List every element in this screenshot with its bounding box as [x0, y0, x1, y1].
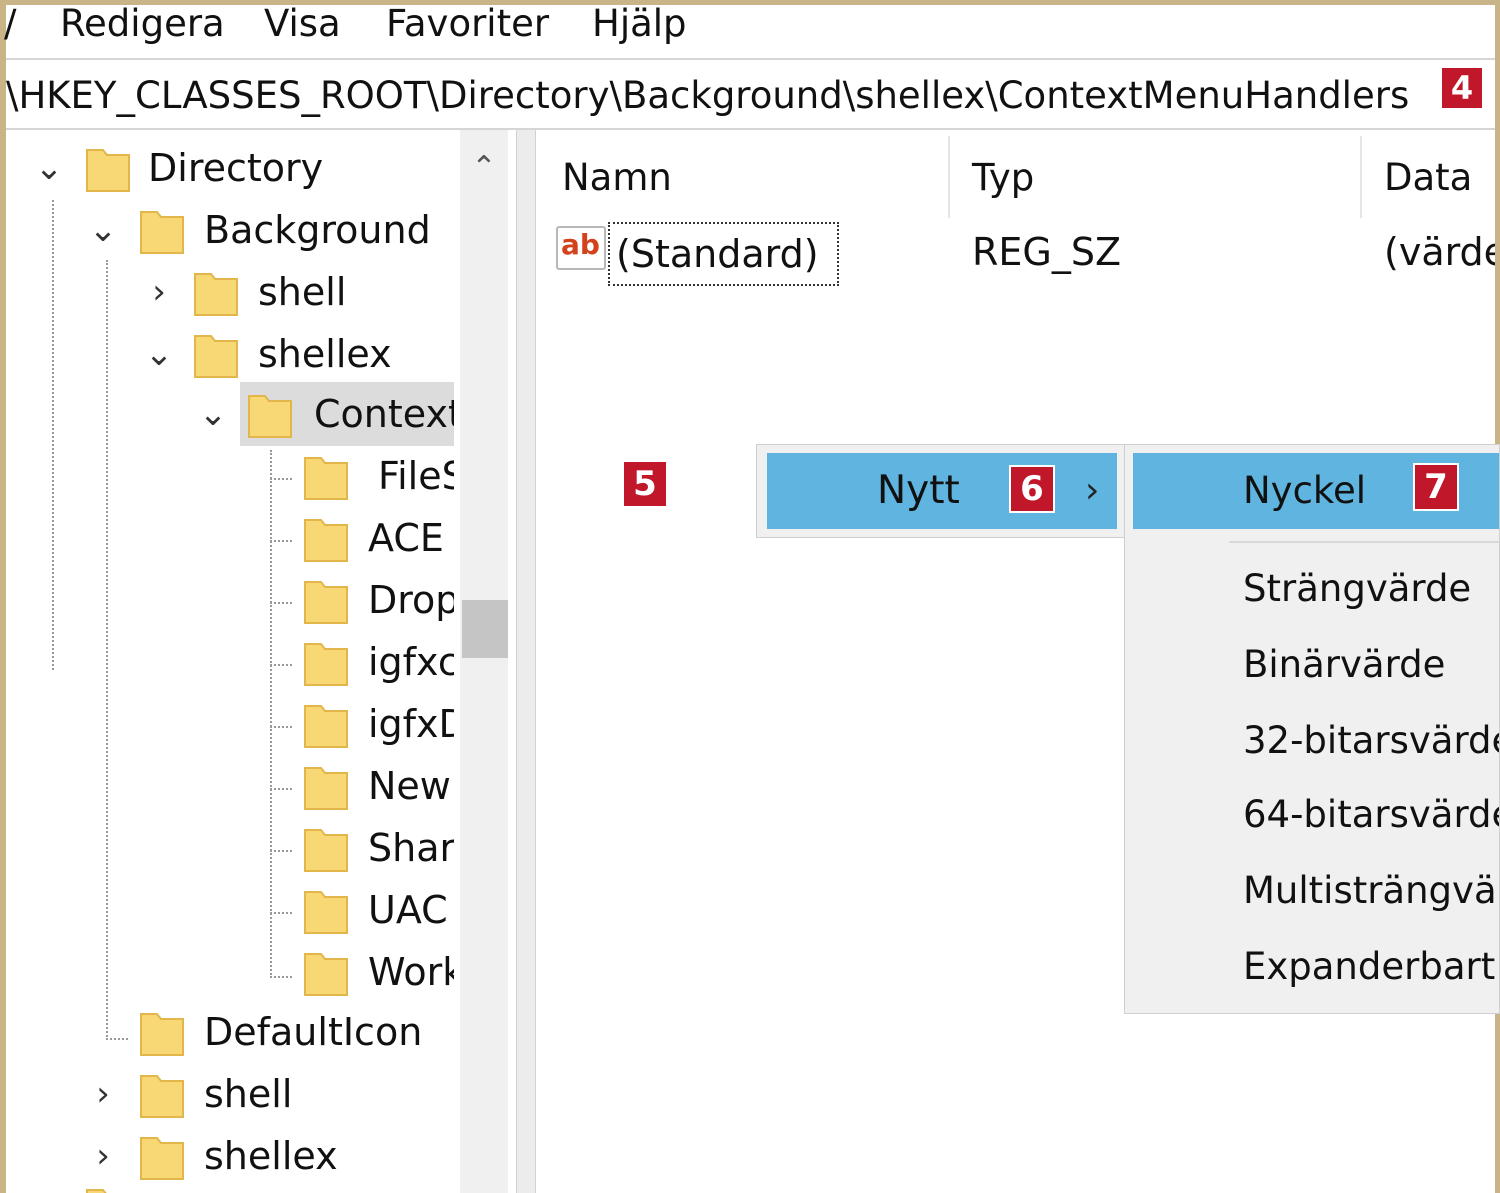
tree-item-shellex-2[interactable]: › shellex	[6, 1126, 466, 1186]
folder-icon	[248, 395, 292, 438]
folder-icon	[304, 581, 348, 624]
chevron-right-icon: ›	[1085, 470, 1100, 511]
column-header-type[interactable]: Typ	[972, 130, 1034, 220]
tree-item-child[interactable]: igfxc	[6, 632, 466, 692]
column-separator[interactable]	[948, 136, 950, 218]
tree-item-child[interactable]: igfxD	[6, 694, 468, 754]
tree-item-label: Context	[314, 392, 463, 436]
tree-item-label: Shari	[368, 826, 466, 870]
tree-item-child[interactable]: Drop	[6, 570, 466, 630]
tree-item-label: Work	[368, 950, 465, 994]
tree-item-label: UAC	[368, 888, 448, 932]
tree-item-shell[interactable]: › shell	[6, 262, 466, 322]
folder-icon	[304, 953, 348, 996]
tree-item-shell-2[interactable]: › shell	[6, 1064, 466, 1124]
step-badge-6: 6	[1009, 465, 1055, 513]
menu-item-redigera[interactable]: Redigera	[60, 5, 225, 55]
tree-item-label: New	[368, 764, 451, 808]
menu-bar: / Redigera Visa Favoriter Hjälp	[4, 5, 1495, 55]
address-bar[interactable]: \HKEY_CLASSES_ROOT\Directory\Background\…	[6, 58, 1495, 130]
folder-icon	[140, 1137, 184, 1180]
tree-item-label: shell	[204, 1072, 293, 1116]
folder-icon	[304, 767, 348, 810]
column-header-name[interactable]: Namn	[562, 130, 672, 220]
folder-icon	[304, 519, 348, 562]
folder-icon	[304, 829, 348, 872]
folder-icon	[140, 211, 184, 254]
tree-item-child[interactable]: ACE	[6, 508, 466, 568]
registry-tree: ⌄ Directory ⌄ Background › shell ⌄ shell…	[6, 130, 516, 1193]
submenu-item-multistrang[interactable]: Multisträngvärde	[1243, 861, 1499, 921]
chevron-right-icon[interactable]: ›	[144, 262, 174, 322]
submenu-item-strangvarde[interactable]: Strängvärde	[1243, 559, 1471, 619]
context-menu: Nytt 6 ›	[756, 444, 1126, 538]
tree-item-label: ACE	[368, 516, 444, 560]
chevron-right-icon[interactable]: ›	[88, 1126, 118, 1186]
tree-item-child[interactable]: Shari	[6, 818, 466, 878]
tree-item-label: shell	[258, 270, 347, 314]
chevron-down-icon[interactable]: ⌄	[198, 384, 228, 444]
tree-item-child[interactable]: UAC	[6, 880, 466, 940]
column-separator[interactable]	[1360, 136, 1362, 218]
chevron-down-icon[interactable]: ⌄	[34, 138, 64, 198]
tree-item-label: Background	[204, 208, 431, 252]
tree-item-label: igfxc	[368, 640, 459, 684]
folder-icon	[304, 643, 348, 686]
tree-item-background[interactable]: ⌄ Background	[6, 200, 466, 260]
folder-icon	[304, 705, 348, 748]
tree-item-label: Drop	[368, 578, 460, 622]
submenu-item-label[interactable]: Nyckel	[1243, 461, 1366, 521]
tree-item-label: igfxD	[368, 702, 468, 746]
submenu-item-32bit[interactable]: 32-bitarsvärde	[1243, 711, 1499, 771]
tree-item-shellex[interactable]: ⌄ shellex	[6, 324, 466, 384]
tree-item-child[interactable]: FileS	[6, 446, 466, 506]
scrollbar-thumb[interactable]	[462, 600, 508, 658]
folder-icon	[86, 1189, 107, 1193]
tree-item-label: FileS	[378, 454, 466, 498]
folder-icon	[304, 457, 348, 500]
tree-item-label: DefaultIcon	[204, 1010, 423, 1054]
folder-icon	[140, 1075, 184, 1118]
pane-splitter[interactable]	[516, 130, 536, 1193]
menu-item-nytt[interactable]: Nytt 6 ›	[767, 453, 1117, 529]
value-type: REG_SZ	[972, 230, 1122, 274]
submenu-item-binarvarde[interactable]: Binärvärde	[1243, 635, 1445, 695]
tree-item-contextmenuhandlers[interactable]: ⌄ Context	[6, 384, 466, 444]
folder-icon	[86, 149, 130, 192]
chevron-down-icon[interactable]: ⌄	[144, 324, 174, 384]
step-badge-5: 5	[622, 460, 668, 508]
menu-item-favoriter[interactable]: Favoriter	[386, 5, 549, 55]
value-name[interactable]: (Standard)	[608, 222, 839, 286]
scroll-up-icon[interactable]: ⌃	[460, 148, 508, 188]
step-badge-4: 4	[1440, 66, 1484, 110]
menu-item-label: Nytt	[877, 468, 960, 513]
chevron-right-icon[interactable]: ›	[88, 1064, 118, 1124]
folder-icon	[140, 1013, 184, 1056]
tree-item-directory[interactable]: ⌄ Directory	[6, 138, 466, 198]
tree-item-child[interactable]: Work	[6, 942, 466, 1002]
submenu-item-expanderbart[interactable]: Expanderbart s	[1243, 937, 1499, 997]
address-path[interactable]: \HKEY_CLASSES_ROOT\Directory\Background\…	[6, 70, 1409, 122]
submenu-new: Nyckel 7 Strängvärde Binärvärde 32-bitar…	[1124, 444, 1500, 1014]
tree-item-label: shellex	[258, 332, 392, 376]
tree-item-child[interactable]: New	[6, 756, 466, 816]
folder-icon	[194, 335, 238, 378]
tree-item-label: shellex	[204, 1134, 338, 1178]
tree-scrollbar[interactable]: ⌃	[460, 130, 508, 1193]
menu-item-visa[interactable]: Visa	[264, 5, 341, 55]
submenu-item-64bit[interactable]: 64-bitarsvärde	[1243, 785, 1499, 845]
value-data: (värde	[1384, 230, 1495, 274]
tree-item-label: Directory	[148, 146, 324, 190]
chevron-down-icon[interactable]: ⌄	[88, 200, 118, 260]
folder-icon	[304, 891, 348, 934]
menu-item-hjalp[interactable]: Hjälp	[592, 5, 687, 55]
string-value-icon: ab	[556, 226, 606, 270]
step-badge-7: 7	[1413, 463, 1459, 511]
folder-icon	[194, 273, 238, 316]
tree-item-defaulticon[interactable]: DefaultIcon	[6, 1002, 466, 1062]
menu-item-partial[interactable]: /	[4, 5, 16, 55]
column-header-data[interactable]: Data	[1384, 130, 1472, 220]
menu-separator	[1229, 541, 1499, 543]
